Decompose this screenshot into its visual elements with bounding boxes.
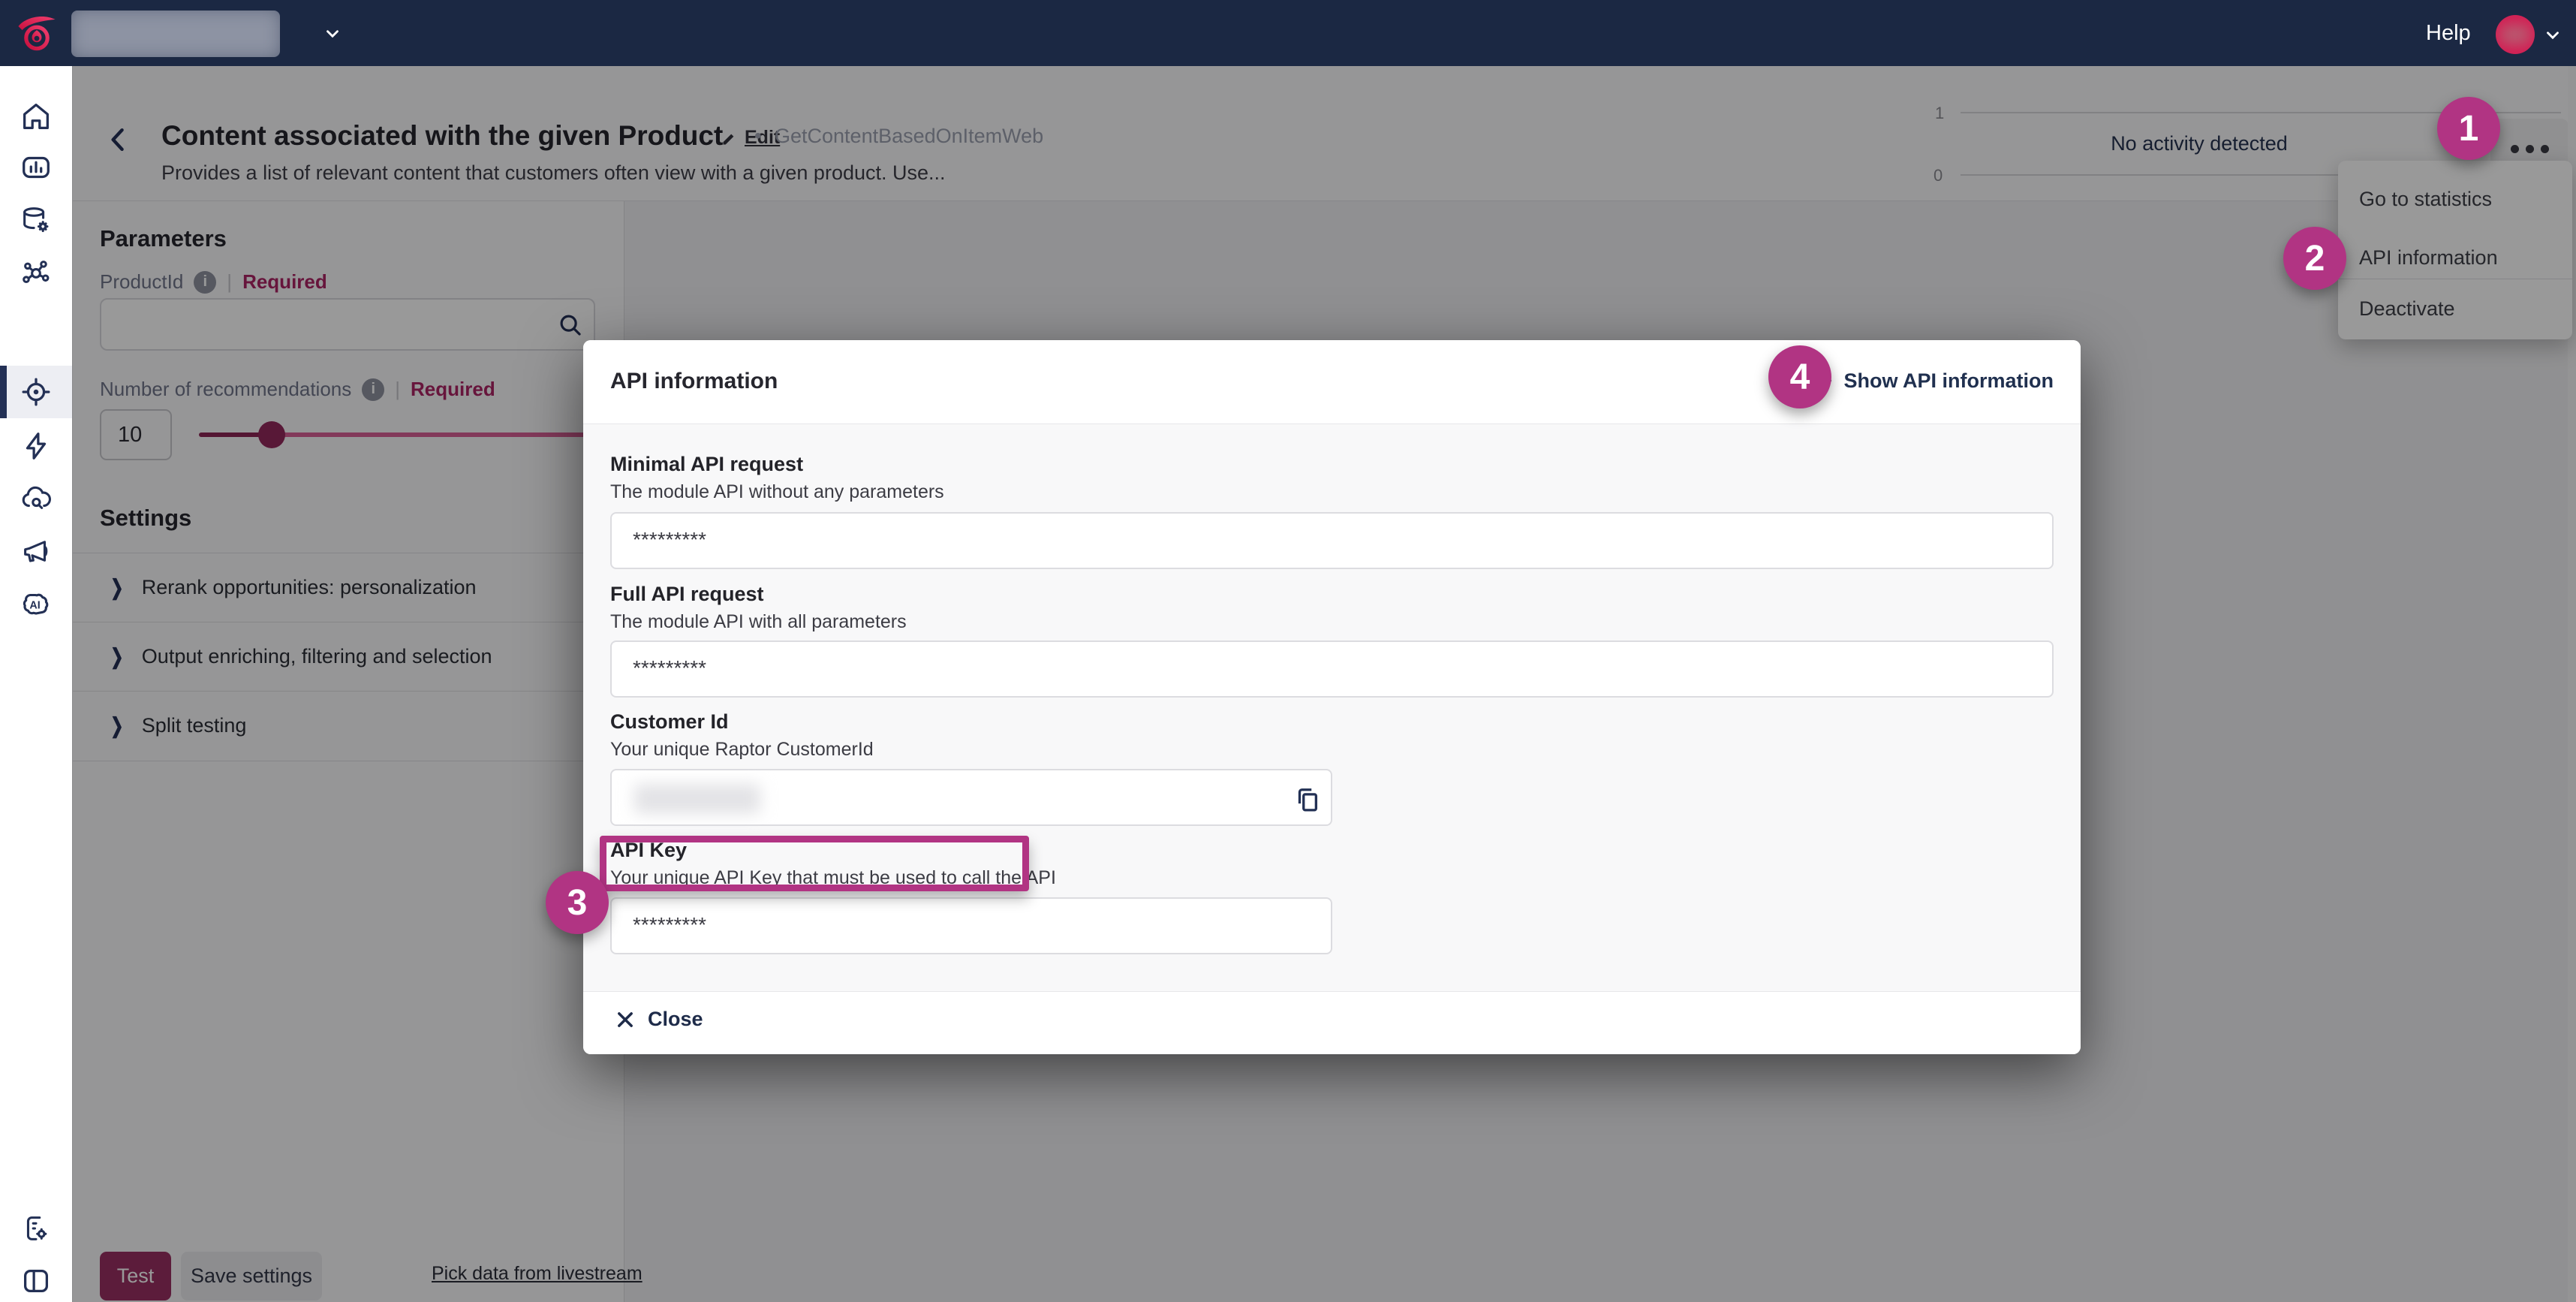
annotation-badge-4: 4 <box>1768 345 1831 408</box>
modal-header: API information Show API information <box>583 340 2081 424</box>
minimal-api-desc: The module API without any parameters <box>610 481 944 503</box>
copy-icon[interactable] <box>1287 782 1320 815</box>
sidebar-item-data[interactable] <box>0 194 72 246</box>
sidebar-item-collapse-panel[interactable] <box>0 1255 72 1302</box>
api-key-input[interactable] <box>631 903 1245 947</box>
close-icon <box>615 1009 636 1030</box>
sidebar-item-search-cloud[interactable] <box>0 472 72 525</box>
full-api-input[interactable] <box>631 646 1858 690</box>
left-sidebar: AI <box>0 66 73 1302</box>
svg-text:AI: AI <box>29 600 40 612</box>
show-api-information-button[interactable]: Show API information <box>1807 367 2054 394</box>
app-window: Help AI <box>0 0 2576 1302</box>
project-selector[interactable] <box>71 11 280 57</box>
sidebar-item-ai[interactable]: AI <box>0 577 72 630</box>
annotation-badge-2: 2 <box>2283 227 2346 290</box>
api-information-modal: API information Show API information Min… <box>583 340 2081 1054</box>
sidebar-item-recommendations-active[interactable] <box>0 366 72 418</box>
sidebar-item-export-settings[interactable] <box>0 1202 72 1255</box>
customer-id-desc: Your unique Raptor CustomerId <box>610 739 874 761</box>
sidebar-item-integrations[interactable] <box>0 246 72 299</box>
top-navbar: Help <box>0 0 2576 66</box>
api-key-highlight-box <box>600 836 1029 891</box>
modal-footer: Close <box>583 991 2081 1054</box>
full-api-field <box>610 640 2054 698</box>
sidebar-item-home[interactable] <box>0 90 72 143</box>
customer-id-field <box>610 769 1332 826</box>
close-button[interactable]: Close <box>610 1007 708 1032</box>
api-key-field <box>610 897 1332 954</box>
chevron-down-icon[interactable] <box>2543 26 2562 45</box>
minimal-api-input[interactable] <box>631 518 1858 562</box>
chevron-down-icon[interactable] <box>323 24 342 44</box>
minimal-api-label: Minimal API request <box>610 453 803 476</box>
full-api-desc: The module API with all parameters <box>610 611 907 633</box>
raptor-logo-icon[interactable] <box>14 9 60 57</box>
customer-id-label: Customer Id <box>610 710 729 734</box>
sidebar-item-marketing[interactable] <box>0 525 72 577</box>
annotation-badge-3: 3 <box>546 871 609 934</box>
sidebar-item-statistics[interactable] <box>0 141 72 194</box>
sidebar-item-automation[interactable] <box>0 420 72 472</box>
modal-title: API information <box>610 369 778 394</box>
annotation-badge-1: 1 <box>2437 97 2500 160</box>
full-api-label: Full API request <box>610 583 764 606</box>
avatar[interactable] <box>2496 15 2535 54</box>
minimal-api-field <box>610 512 2054 569</box>
redacted-customer-id <box>634 784 760 814</box>
help-link[interactable]: Help <box>2426 0 2471 66</box>
